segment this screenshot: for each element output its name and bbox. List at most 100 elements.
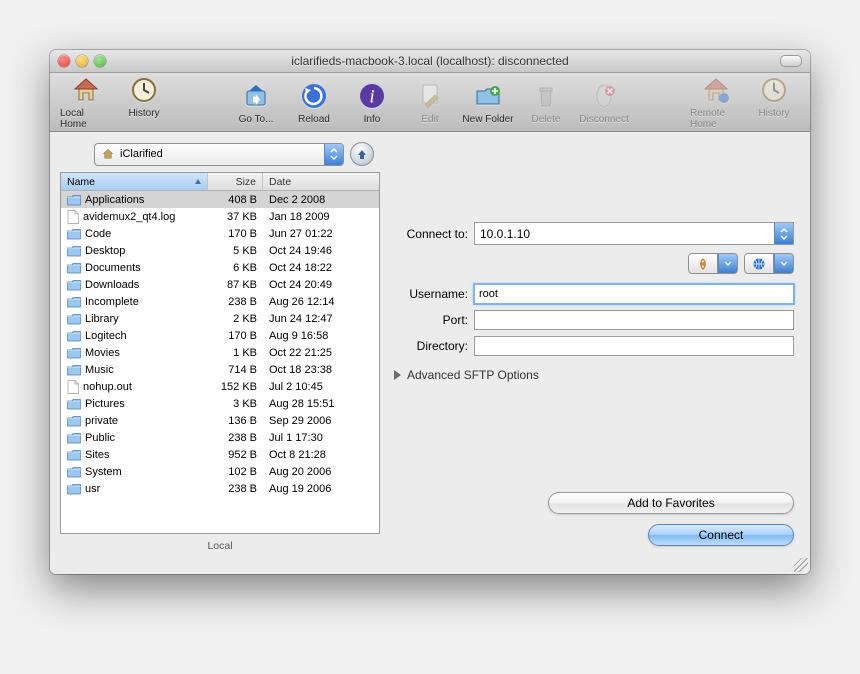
file-size: 136 B bbox=[208, 415, 263, 427]
toolbar: Local Home History Go To... Re bbox=[50, 73, 810, 132]
file-row[interactable]: Movies1 KBOct 22 21:25 bbox=[61, 344, 379, 361]
username-label: Username: bbox=[388, 287, 468, 301]
remote-home-button: Remote Home bbox=[690, 74, 742, 130]
titlebar[interactable]: iclarifieds-macbook-3.local (localhost):… bbox=[50, 50, 810, 73]
file-row[interactable]: Music714 BOct 18 23:38 bbox=[61, 361, 379, 378]
local-history-button[interactable]: History bbox=[118, 74, 170, 130]
globe-icon bbox=[744, 253, 774, 274]
dropdown-arrow-icon bbox=[324, 144, 343, 165]
toolbar-toggle-button[interactable] bbox=[780, 55, 802, 67]
username-field[interactable] bbox=[474, 284, 794, 304]
file-name: System bbox=[85, 466, 122, 478]
folder-icon bbox=[67, 347, 81, 359]
file-date: Jun 24 12:47 bbox=[263, 313, 379, 325]
add-to-favorites-button[interactable]: Add to Favorites bbox=[548, 492, 794, 514]
directory-field[interactable] bbox=[474, 336, 794, 356]
connect-to-label: Connect to: bbox=[388, 227, 468, 241]
folder-icon bbox=[67, 279, 81, 291]
connect-button[interactable]: Connect bbox=[648, 524, 794, 546]
delete-button: Delete bbox=[520, 80, 572, 125]
column-date-header[interactable]: Date bbox=[263, 173, 379, 190]
file-name: Desktop bbox=[85, 245, 125, 257]
file-row[interactable]: System 102 BAug 20 2006 bbox=[61, 463, 379, 480]
trash-icon bbox=[530, 80, 562, 112]
file-row[interactable]: nohup.out152 KBJul 2 10:45 bbox=[61, 378, 379, 395]
file-row[interactable]: private136 BSep 29 2006 bbox=[61, 412, 379, 429]
home-mini-icon bbox=[101, 147, 115, 161]
file-row[interactable]: Sites952 BOct 8 21:28 bbox=[61, 446, 379, 463]
file-row[interactable]: Logitech170 BAug 9 16:58 bbox=[61, 327, 379, 344]
file-date: Dec 2 2008 bbox=[263, 194, 379, 206]
file-name: Applications bbox=[85, 194, 144, 206]
connect-to-field[interactable]: 10.0.1.10 bbox=[474, 222, 794, 245]
file-size: 170 B bbox=[208, 228, 263, 240]
advanced-options-toggle[interactable]: Advanced SFTP Options bbox=[394, 368, 794, 382]
file-size: 408 B bbox=[208, 194, 263, 206]
go-to-button[interactable]: Go To... bbox=[230, 80, 282, 125]
file-size: 87 KB bbox=[208, 279, 263, 291]
local-home-button[interactable]: Local Home bbox=[60, 74, 112, 130]
window-title: iclarifieds-macbook-3.local (localhost):… bbox=[50, 54, 810, 68]
file-size: 102 B bbox=[208, 466, 263, 478]
file-date: Oct 24 20:49 bbox=[263, 279, 379, 291]
file-size: 1 KB bbox=[208, 347, 263, 359]
up-directory-button[interactable] bbox=[350, 142, 374, 166]
column-name-header[interactable]: Name bbox=[61, 173, 208, 190]
file-row[interactable]: Downloads 87 KBOct 24 20:49 bbox=[61, 276, 379, 293]
file-name: Downloads bbox=[85, 279, 139, 291]
folder-icon bbox=[67, 245, 81, 257]
close-window-button[interactable] bbox=[58, 55, 70, 67]
window-body: iClarified Name Size Date bbox=[50, 132, 810, 574]
file-row[interactable]: avidemux2_qt4.log37 KBJan 18 2009 bbox=[61, 208, 379, 225]
file-row[interactable]: Pictures3 KBAug 28 15:51 bbox=[61, 395, 379, 412]
folder-icon bbox=[67, 398, 81, 410]
new-folder-button[interactable]: New Folder bbox=[462, 80, 514, 125]
file-size: 238 B bbox=[208, 432, 263, 444]
edit-icon bbox=[414, 80, 446, 112]
svg-text:i: i bbox=[369, 86, 374, 106]
file-name: Incomplete bbox=[85, 296, 139, 308]
file-row[interactable]: Public238 BJul 1 17:30 bbox=[61, 429, 379, 446]
file-list[interactable]: Applications 408 BDec 2 2008 avidemux2_qt4… bbox=[61, 191, 379, 533]
file-name: avidemux2_qt4.log bbox=[83, 211, 175, 223]
bonjour-picker[interactable] bbox=[688, 253, 738, 274]
file-name: Movies bbox=[85, 347, 120, 359]
file-row[interactable]: Incomplete238 BAug 26 12:14 bbox=[61, 293, 379, 310]
app-window: iclarifieds-macbook-3.local (localhost):… bbox=[50, 50, 810, 574]
info-button[interactable]: i Info bbox=[346, 80, 398, 125]
file-date: Aug 20 2006 bbox=[263, 466, 379, 478]
path-selector[interactable]: iClarified bbox=[94, 143, 344, 166]
resize-grip[interactable] bbox=[794, 558, 808, 572]
port-field[interactable] bbox=[474, 310, 794, 330]
file-row[interactable]: Code170 BJun 27 01:22 bbox=[61, 225, 379, 242]
remote-history-button: History bbox=[748, 74, 800, 130]
info-icon: i bbox=[356, 80, 388, 112]
minimize-window-button[interactable] bbox=[76, 55, 88, 67]
clock-icon bbox=[128, 74, 160, 106]
file-name: Public bbox=[85, 432, 115, 444]
file-date: Aug 26 12:14 bbox=[263, 296, 379, 308]
file-date: Jun 27 01:22 bbox=[263, 228, 379, 240]
column-size-header[interactable]: Size bbox=[208, 173, 263, 190]
folder-icon bbox=[67, 449, 81, 461]
home-remote-icon bbox=[700, 74, 732, 106]
file-row[interactable]: Library2 KBJun 24 12:47 bbox=[61, 310, 379, 327]
file-row[interactable]: Applications 408 BDec 2 2008 bbox=[61, 191, 379, 208]
edit-button: Edit bbox=[404, 80, 456, 125]
file-name: Sites bbox=[85, 449, 109, 461]
zoom-window-button[interactable] bbox=[94, 55, 106, 67]
reload-button[interactable]: Reload bbox=[288, 80, 340, 125]
folder-icon bbox=[67, 364, 81, 376]
file-name: nohup.out bbox=[83, 381, 132, 393]
folder-icon bbox=[67, 262, 81, 274]
folder-icon bbox=[67, 194, 81, 206]
protocol-picker[interactable] bbox=[744, 253, 794, 274]
home-icon bbox=[70, 74, 102, 106]
file-row[interactable]: Desktop5 KBOct 24 19:46 bbox=[61, 242, 379, 259]
file-row[interactable]: Documents6 KBOct 24 18:22 bbox=[61, 259, 379, 276]
file-size: 6 KB bbox=[208, 262, 263, 274]
file-date: Oct 8 21:28 bbox=[263, 449, 379, 461]
new-folder-icon bbox=[472, 80, 504, 112]
pane-label-local: Local bbox=[60, 534, 380, 552]
file-row[interactable]: usr238 BAug 19 2006 bbox=[61, 480, 379, 497]
